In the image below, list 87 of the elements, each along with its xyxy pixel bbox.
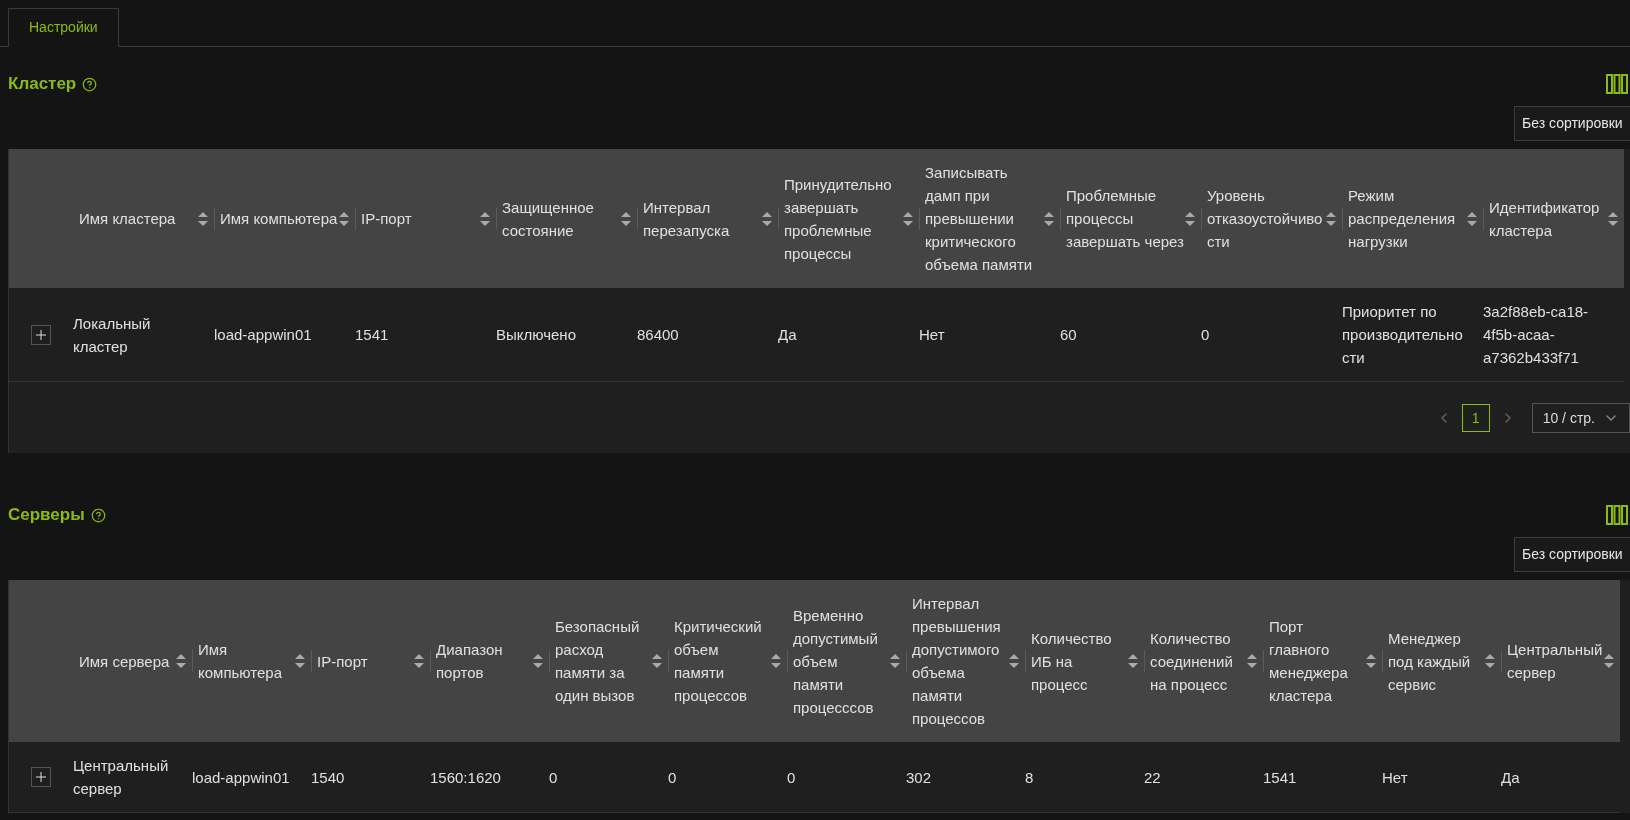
table-cell: Локальный кластер — [73, 288, 214, 382]
column-header[interactable]: Интервал перезапуска — [637, 149, 778, 288]
column-header[interactable]: Критический объем памяти процессов — [668, 580, 787, 742]
sort-icon — [1247, 653, 1257, 669]
columns-icon[interactable] — [1606, 505, 1628, 525]
columns-icon[interactable] — [1606, 74, 1628, 94]
column-header[interactable]: Временно допустимый объем памяти процесссов — [787, 580, 906, 742]
table-cell: load-appwin01 — [214, 288, 355, 382]
section-title: Кластер — [8, 74, 77, 94]
column-header[interactable]: Имя компьютера — [192, 580, 311, 742]
column-header[interactable]: Количество ИБ на процесс — [1025, 580, 1144, 742]
table-cell: 302 — [906, 742, 1025, 813]
table-cell: 0 — [1201, 288, 1342, 382]
table-cell: 60 — [1060, 288, 1201, 382]
sort-dropdown[interactable]: Без сортировки — [1514, 537, 1630, 572]
table-cell: Нет — [1382, 742, 1501, 813]
column-header[interactable]: Менеджер под каждый сервис — [1382, 580, 1501, 742]
sort-icon — [1485, 653, 1495, 669]
sort-icon — [1128, 653, 1138, 669]
sort-icon — [1604, 653, 1614, 669]
table-cell: 1560:1620 — [430, 742, 549, 813]
help-icon[interactable] — [90, 507, 106, 523]
table-cell: 1540 — [311, 742, 430, 813]
column-header[interactable]: Идентификатор кластера — [1483, 149, 1624, 288]
sort-icon — [198, 210, 208, 227]
column-header[interactable]: Диапазон портов — [430, 580, 549, 742]
column-header[interactable]: Имя кластера — [73, 149, 214, 288]
table-cell: Выключено — [496, 288, 637, 382]
column-header[interactable]: Проблемные процессы завершать через — [1060, 149, 1201, 288]
table-cell: 1541 — [355, 288, 496, 382]
sort-icon — [1608, 210, 1618, 227]
column-header[interactable]: Порт главного менеджера кластера — [1263, 580, 1382, 742]
sort-icon — [890, 653, 900, 669]
column-header[interactable]: Количество соединений на процесс — [1144, 580, 1263, 742]
tab[interactable]: Настройки — [8, 8, 119, 47]
column-header[interactable]: Имя сервера — [73, 580, 192, 742]
sort-icon — [480, 210, 490, 227]
sort-icon — [652, 653, 662, 669]
sort-icon — [621, 210, 631, 227]
sort-dropdown[interactable]: Без сортировки — [1514, 106, 1630, 141]
column-header[interactable]: Уровень отказоустойчивости — [1201, 149, 1342, 288]
sort-icon — [903, 210, 913, 227]
table-cell: load-appwin01 — [192, 742, 311, 813]
column-header[interactable]: Режим распределения нагрузки — [1342, 149, 1483, 288]
sort-icon — [176, 653, 186, 669]
table-cell: 0 — [787, 742, 906, 813]
sort-icon — [1009, 653, 1019, 669]
sort-icon — [414, 653, 424, 669]
column-header[interactable]: Центральный сервер — [1501, 580, 1620, 742]
column-header[interactable]: IP-порт — [355, 149, 496, 288]
table-cell: 3a2f88eb-ca18-4f5b-acaa-a7362b433f71 — [1483, 288, 1624, 382]
expand-button[interactable] — [31, 324, 51, 345]
table-cell: 22 — [1144, 742, 1263, 813]
table-cell: 0 — [549, 742, 668, 813]
section-title: Серверы — [8, 505, 85, 525]
column-header[interactable]: Имя компьютера — [214, 149, 355, 288]
page-button[interactable]: 1 — [1461, 404, 1490, 432]
sort-icon — [1044, 210, 1054, 227]
sort-icon — [295, 653, 305, 669]
table-cell: Да — [778, 288, 919, 382]
page-size-select[interactable]: 10 / стр. — [1531, 403, 1630, 433]
table-cell: Да — [1501, 742, 1620, 813]
sort-icon — [1366, 653, 1376, 669]
column-header[interactable]: Защищенное состояние — [496, 149, 637, 288]
table-cell: 8 — [1025, 742, 1144, 813]
sort-icon — [339, 210, 349, 227]
sort-icon — [533, 653, 543, 669]
table-cell: 1541 — [1263, 742, 1382, 813]
sort-icon — [762, 210, 772, 227]
column-header[interactable]: IP-порт — [311, 580, 430, 742]
sort-icon — [1467, 210, 1477, 227]
table-cell: Центральный сервер — [73, 742, 192, 813]
help-icon[interactable] — [82, 76, 98, 92]
table-cell: Приоритет по производительности — [1342, 288, 1483, 382]
sort-icon — [771, 653, 781, 669]
column-header[interactable]: Принудительно завершать проблемные процессы — [778, 149, 919, 288]
plus-icon — [33, 769, 49, 785]
table-cell: 0 — [668, 742, 787, 813]
column-header[interactable]: Интервал превышения допустимого объема памяти процессов — [906, 580, 1025, 742]
table-cell: Нет — [919, 288, 1060, 382]
sort-icon — [1185, 210, 1195, 227]
table-cell: 86400 — [637, 288, 778, 382]
page-size-label: 10 / стр. — [1542, 410, 1595, 426]
expand-button[interactable] — [31, 767, 51, 787]
column-header[interactable]: Безопасный расход памяти за один вызов — [549, 580, 668, 742]
sort-icon — [1326, 210, 1336, 227]
column-header[interactable]: Записывать дамп при превышении критического объема памяти — [919, 149, 1060, 288]
